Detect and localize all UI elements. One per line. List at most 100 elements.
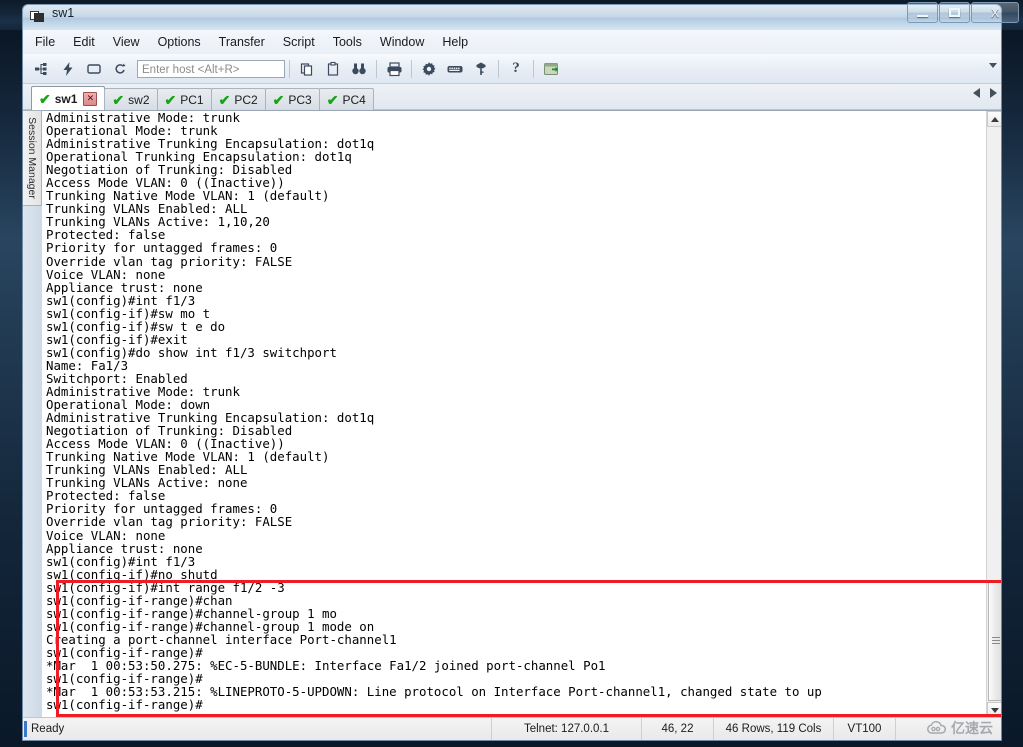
toolbar-separator-2: [376, 59, 377, 78]
tab-close-icon[interactable]: ✕: [83, 91, 98, 106]
status-emulation: VT100: [833, 718, 895, 740]
status-bar: Ready Telnet: 127.0.0.1 46, 22 46 Rows, …: [23, 717, 1001, 740]
connected-check-icon: ✔: [272, 91, 285, 108]
terminal-panel: Administrative Mode: trunk Operational Mo…: [42, 110, 1001, 718]
tab-list: ✔ sw1 ✕ ✔ sw2 ✔ PC1 ✔ PC2 ✔ PC3 ✔ PC4: [31, 86, 374, 110]
key-icon[interactable]: [470, 58, 492, 80]
scroll-up-icon[interactable]: [987, 111, 1001, 127]
terminal-output[interactable]: Administrative Mode: trunk Operational Mo…: [42, 111, 986, 718]
tab-label: PC4: [342, 92, 366, 107]
minimize-button[interactable]: [907, 2, 938, 23]
terminal-line: sw1(config-if-range)#: [46, 644, 203, 660]
terminal-window-icon: [30, 9, 45, 23]
toolbar-separator-5: [533, 59, 534, 78]
close-button[interactable]: X: [971, 2, 1019, 23]
quick-connect-icon[interactable]: [57, 58, 79, 80]
cloud-logo-icon: [927, 720, 946, 734]
copy-icon[interactable]: [296, 58, 318, 80]
tab-pc4[interactable]: ✔ PC4: [318, 88, 374, 110]
search-host-input[interactable]: Enter host <Alt+R>: [137, 59, 285, 78]
tab-pc2[interactable]: ✔ PC2: [210, 88, 266, 110]
find-icon[interactable]: [348, 58, 370, 80]
print-icon[interactable]: [383, 58, 405, 80]
tab-next-icon[interactable]: [990, 88, 997, 98]
connected-check-icon: ✔: [112, 91, 125, 108]
tab-label: sw2: [128, 92, 150, 107]
tab-bar: ✔ sw1 ✕ ✔ sw2 ✔ PC1 ✔ PC2 ✔ PC3 ✔ PC4: [23, 84, 1001, 110]
menu-help[interactable]: Help: [433, 32, 477, 52]
connect-icon[interactable]: [31, 58, 53, 80]
tab-sw1[interactable]: ✔ sw1 ✕: [31, 86, 106, 110]
status-accent-mark: [24, 721, 27, 737]
gear-icon[interactable]: [418, 58, 440, 80]
menu-view[interactable]: View: [104, 32, 149, 52]
sftp-tab-icon[interactable]: [540, 58, 562, 80]
tab-scroll-controls: [973, 88, 997, 98]
scrollbar-thumb[interactable]: [988, 581, 1001, 701]
securecrt-window: sw1 X File Edit View Options Transfer Sc…: [0, 0, 1023, 747]
tab-pc3[interactable]: ✔ PC3: [264, 88, 320, 110]
toolbar-overflow-chevron[interactable]: [989, 63, 997, 68]
window-controls: X: [907, 2, 1019, 23]
close-icon: X: [990, 5, 999, 20]
watermark-text: 亿速云: [951, 721, 993, 737]
help-icon[interactable]: ?: [505, 58, 527, 80]
toolbar-separator-3: [411, 59, 412, 78]
terminal-line: sw1(config-if-range)#: [46, 697, 203, 713]
toolbar-separator-4: [498, 59, 499, 78]
menu-file[interactable]: File: [26, 32, 64, 52]
terminal-line: Voice VLAN: none: [46, 527, 166, 543]
menu-options[interactable]: Options: [149, 32, 210, 52]
status-dimensions: 46 Rows, 119 Cols: [713, 718, 833, 740]
connect-in-tab-icon[interactable]: [83, 58, 105, 80]
menu-edit[interactable]: Edit: [64, 32, 104, 52]
terminal-line: sw1(config)#do show int f1/3 switchport: [46, 344, 337, 360]
paste-icon[interactable]: [322, 58, 344, 80]
menu-script[interactable]: Script: [274, 32, 324, 52]
connected-check-icon: ✔: [164, 91, 177, 108]
terminal-line: sw1(config-if-range)#channel-group 1 mod…: [46, 618, 375, 634]
tab-label: PC1: [180, 92, 204, 107]
terminal-line: sw1(config-if-range)#chan: [46, 592, 233, 608]
terminal-line: Trunking VLANs Active: 1,10,20: [46, 214, 270, 230]
keyboard-icon[interactable]: [444, 58, 466, 80]
watermark: 亿速云: [926, 718, 993, 738]
scrollbar-grip-icon: [992, 637, 1000, 644]
tab-label: PC3: [288, 92, 312, 107]
client-area: File Edit View Options Transfer Script T…: [22, 30, 1002, 741]
status-ready-text: Ready: [31, 723, 65, 735]
title-bar: sw1 X: [0, 0, 1023, 30]
menu-bar: File Edit View Options Transfer Script T…: [23, 30, 1001, 54]
window-title: sw1: [52, 6, 75, 20]
terminal-line: sw1(config-if)#int range f1/2 -3: [46, 579, 285, 595]
terminal-line: Name: Fa1/3: [46, 357, 129, 373]
connected-check-icon: ✔: [326, 91, 339, 108]
scroll-down-icon[interactable]: [987, 702, 1001, 718]
terminal-scrollbar[interactable]: [986, 111, 1001, 718]
reconnect-icon[interactable]: [109, 58, 131, 80]
session-manager-tab[interactable]: Session Manager: [23, 110, 42, 206]
menu-transfer[interactable]: Transfer: [210, 32, 274, 52]
toolbar: Enter host <Alt+R> ?: [23, 54, 1001, 84]
terminal-line: sw1(config)#int f1/3: [46, 292, 196, 308]
status-protocol: Telnet: 127.0.0.1: [491, 718, 641, 740]
terminal-line: sw1(config-if)#sw mo t: [46, 305, 211, 321]
tab-sw2[interactable]: ✔ sw2: [104, 88, 158, 110]
terminal-line: Creating a port-channel interface Port-c…: [46, 631, 397, 647]
session-manager-label: Session Manager: [26, 117, 38, 199]
tab-prev-icon[interactable]: [973, 88, 980, 98]
menu-tools[interactable]: Tools: [324, 32, 371, 52]
menu-window[interactable]: Window: [371, 32, 433, 52]
maximize-button[interactable]: [939, 2, 970, 23]
terminal-line: Appliance trust: none: [46, 540, 203, 556]
terminal-line: sw1(config-if)#sw t e do: [46, 318, 226, 334]
terminal-line: sw1(config-if)#no shutd: [46, 566, 218, 582]
toolbar-separator-1: [289, 59, 290, 78]
terminal-line: Priority for untagged frames: 0: [46, 240, 278, 256]
tab-label: sw1: [54, 91, 78, 106]
title-glass-panel: [22, 4, 1002, 30]
terminal-line: sw1(config-if-range)#channel-group 1 mo: [46, 605, 337, 621]
connected-check-icon: ✔: [39, 90, 51, 107]
terminal-line: Override vlan tag priority: FALSE: [46, 253, 293, 269]
tab-pc1[interactable]: ✔ PC1: [156, 88, 212, 110]
